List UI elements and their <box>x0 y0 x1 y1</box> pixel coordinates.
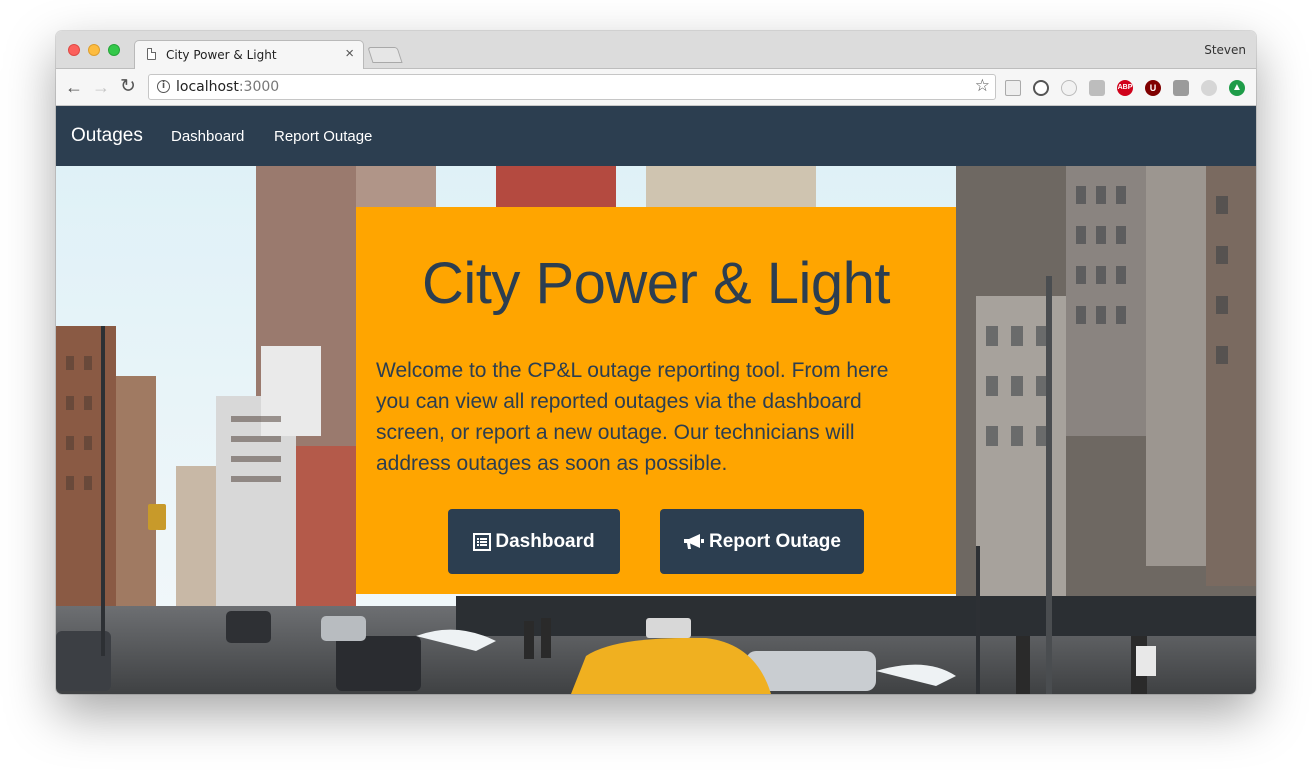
ghost-extension-icon[interactable] <box>1061 80 1077 96</box>
tab-city-power-light[interactable]: City Power & Light × <box>134 40 364 70</box>
url-port: :3000 <box>238 79 280 95</box>
window-maximize-button[interactable] <box>108 44 120 56</box>
url-host: localhost <box>176 79 239 95</box>
app-navbar: Outages Dashboard Report Outage <box>56 106 1256 166</box>
sync-extension-icon[interactable] <box>1033 80 1049 96</box>
report-outage-button-label: Report Outage <box>709 530 841 552</box>
browser-window: City Power & Light × Steven ← → ↻ i loca… <box>56 31 1256 694</box>
profile-name[interactable]: Steven <box>1204 43 1246 57</box>
reload-icon[interactable]: ↻ <box>120 77 136 97</box>
tab-close-icon[interactable]: × <box>345 45 354 63</box>
nav-link-dashboard[interactable]: Dashboard <box>171 128 244 145</box>
window-close-button[interactable] <box>68 44 80 56</box>
pocket-extension-icon[interactable] <box>1173 80 1189 96</box>
rss-extension-icon[interactable] <box>1005 80 1021 96</box>
bullhorn-icon <box>684 533 705 549</box>
back-icon[interactable]: ← <box>65 77 83 97</box>
dashboard-button-label: Dashboard <box>495 530 595 552</box>
window-minimize-button[interactable] <box>88 44 100 56</box>
ublock-icon[interactable]: U <box>1145 80 1161 96</box>
url-text[interactable]: localhost:3000 <box>176 79 279 95</box>
bookmark-star-icon[interactable]: ☆ <box>975 76 990 96</box>
list-icon <box>473 532 492 551</box>
navbar-brand[interactable]: Outages <box>71 125 143 147</box>
tab-strip: City Power & Light × Steven <box>56 31 1256 70</box>
hero-section: City Power & Light Welcome to the CP&L o… <box>56 166 1256 694</box>
browser-toolbar: ← → ↻ i localhost:3000 ☆ ABP U ▲ <box>56 69 1256 106</box>
upload-extension-icon[interactable]: ▲ <box>1229 80 1245 96</box>
m-extension-icon[interactable] <box>1201 80 1217 96</box>
report-outage-button[interactable]: Report Outage <box>660 509 864 574</box>
hero-title: City Power & Light <box>421 251 891 316</box>
new-tab-button[interactable] <box>367 47 403 63</box>
welcome-card: City Power & Light Welcome to the CP&L o… <box>356 207 956 594</box>
dashboard-button[interactable]: Dashboard <box>448 509 620 574</box>
page-icon <box>147 48 156 60</box>
tab-title: City Power & Light <box>166 48 277 62</box>
adblock-plus-icon[interactable]: ABP <box>1117 80 1133 96</box>
forward-icon[interactable]: → <box>92 77 110 97</box>
site-info-icon[interactable]: i <box>157 80 170 93</box>
n-extension-icon[interactable] <box>1089 80 1105 96</box>
hero-description: Welcome to the CP&L outage reporting too… <box>376 359 889 475</box>
nav-link-report-outage[interactable]: Report Outage <box>274 128 372 145</box>
address-bar[interactable]: i localhost:3000 ☆ <box>148 74 996 100</box>
